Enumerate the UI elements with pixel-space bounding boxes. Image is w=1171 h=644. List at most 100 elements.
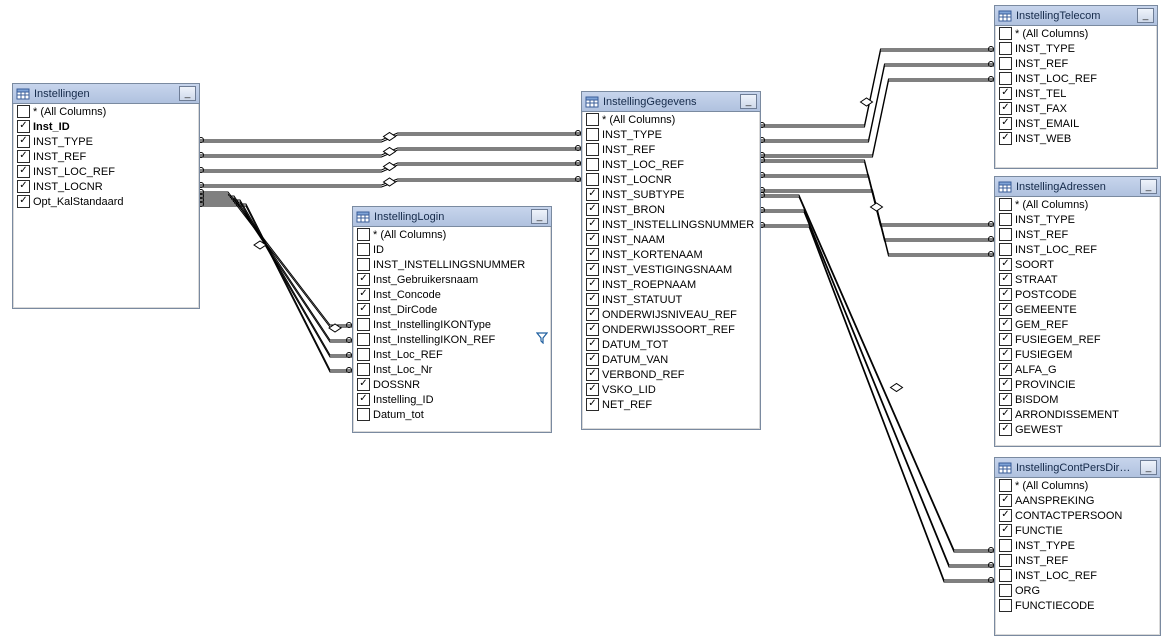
column-row[interactable]: INST_LOC_REF: [995, 568, 1160, 583]
column-checkbox[interactable]: [999, 363, 1012, 376]
column-checkbox[interactable]: [586, 323, 599, 336]
column-row[interactable]: INST_FAX: [995, 101, 1157, 116]
column-checkbox[interactable]: [586, 278, 599, 291]
column-checkbox[interactable]: [586, 248, 599, 261]
table-instellingen[interactable]: Instellingen_* (All Columns)Inst_IDINST_…: [12, 83, 200, 309]
column-row[interactable]: INST_REF: [995, 227, 1160, 242]
column-row[interactable]: INST_KORTENAAM: [582, 247, 760, 262]
column-row[interactable]: INST_LOC_REF: [995, 71, 1157, 86]
column-checkbox[interactable]: [999, 539, 1012, 552]
column-checkbox[interactable]: [586, 113, 599, 126]
column-checkbox[interactable]: [999, 569, 1012, 582]
column-checkbox[interactable]: [357, 348, 370, 361]
column-row[interactable]: INST_REF: [582, 142, 760, 157]
column-row[interactable]: ORG: [995, 583, 1160, 598]
column-checkbox[interactable]: [357, 363, 370, 376]
column-row[interactable]: Inst_InstellingIKON_REF: [353, 332, 551, 347]
column-row[interactable]: Inst_DirCode: [353, 302, 551, 317]
column-row[interactable]: FUSIEGEM: [995, 347, 1160, 362]
column-checkbox[interactable]: [999, 273, 1012, 286]
column-checkbox[interactable]: [586, 128, 599, 141]
column-checkbox[interactable]: [357, 408, 370, 421]
table-instelling_telecom[interactable]: InstellingTelecom_* (All Columns)INST_TY…: [994, 5, 1158, 169]
column-checkbox[interactable]: [999, 509, 1012, 522]
column-row[interactable]: INST_TEL: [995, 86, 1157, 101]
column-row[interactable]: ID: [353, 242, 551, 257]
column-checkbox[interactable]: [999, 554, 1012, 567]
column-checkbox[interactable]: [357, 258, 370, 271]
column-checkbox[interactable]: [17, 180, 30, 193]
column-row[interactable]: INST_SUBTYPE: [582, 187, 760, 202]
column-checkbox[interactable]: [357, 243, 370, 256]
column-row[interactable]: DOSSNR: [353, 377, 551, 392]
column-checkbox[interactable]: [17, 135, 30, 148]
column-row[interactable]: Inst_Loc_REF: [353, 347, 551, 362]
column-row[interactable]: INST_STATUUT: [582, 292, 760, 307]
column-checkbox[interactable]: [999, 243, 1012, 256]
column-row[interactable]: STRAAT: [995, 272, 1160, 287]
column-row[interactable]: INST_ROEPNAAM: [582, 277, 760, 292]
column-checkbox[interactable]: [999, 42, 1012, 55]
column-checkbox[interactable]: [586, 338, 599, 351]
column-row[interactable]: Inst_Gebruikersnaam: [353, 272, 551, 287]
column-checkbox[interactable]: [999, 72, 1012, 85]
column-row[interactable]: INST_WEB: [995, 131, 1157, 146]
table-instelling_gegevens[interactable]: InstellingGegevens_* (All Columns)INST_T…: [581, 91, 761, 430]
column-checkbox[interactable]: [999, 258, 1012, 271]
column-row[interactable]: Inst_ID: [13, 119, 199, 134]
column-row[interactable]: GEM_REF: [995, 317, 1160, 332]
column-checkbox[interactable]: [999, 333, 1012, 346]
column-row[interactable]: ALFA_G: [995, 362, 1160, 377]
column-row[interactable]: * (All Columns): [13, 104, 199, 119]
table-instelling_adressen[interactable]: InstellingAdressen_* (All Columns)INST_T…: [994, 176, 1161, 447]
minimize-button[interactable]: _: [740, 94, 757, 109]
column-row[interactable]: CONTACTPERSOON: [995, 508, 1160, 523]
minimize-button[interactable]: _: [1140, 460, 1157, 475]
column-row[interactable]: PROVINCIE: [995, 377, 1160, 392]
column-row[interactable]: INST_TYPE: [995, 538, 1160, 553]
column-row[interactable]: INST_NAAM: [582, 232, 760, 247]
column-row[interactable]: INST_REF: [995, 56, 1157, 71]
column-checkbox[interactable]: [586, 188, 599, 201]
column-checkbox[interactable]: [999, 102, 1012, 115]
column-checkbox[interactable]: [17, 195, 30, 208]
column-row[interactable]: INST_LOCNR: [13, 179, 199, 194]
column-row[interactable]: * (All Columns): [582, 112, 760, 127]
column-row[interactable]: * (All Columns): [995, 197, 1160, 212]
column-row[interactable]: INST_LOC_REF: [582, 157, 760, 172]
column-checkbox[interactable]: [999, 393, 1012, 406]
column-checkbox[interactable]: [999, 57, 1012, 70]
column-checkbox[interactable]: [999, 408, 1012, 421]
column-checkbox[interactable]: [999, 378, 1012, 391]
table-instelling_login[interactable]: InstellingLogin_* (All Columns)IDINST_IN…: [352, 206, 552, 433]
table-titlebar[interactable]: InstellingGegevens_: [582, 92, 760, 112]
column-row[interactable]: INST_LOC_REF: [995, 242, 1160, 257]
column-row[interactable]: FUNCTIECODE: [995, 598, 1160, 613]
table-titlebar[interactable]: InstellingLogin_: [353, 207, 551, 227]
column-row[interactable]: * (All Columns): [995, 478, 1160, 493]
column-checkbox[interactable]: [357, 228, 370, 241]
table-titlebar[interactable]: InstellingTelecom_: [995, 6, 1157, 26]
column-checkbox[interactable]: [17, 150, 30, 163]
table-instelling_contpersdir[interactable]: InstellingContPersDir…_* (All Columns)AA…: [994, 457, 1161, 636]
column-checkbox[interactable]: [17, 120, 30, 133]
column-row[interactable]: INST_TYPE: [13, 134, 199, 149]
column-checkbox[interactable]: [999, 599, 1012, 612]
column-checkbox[interactable]: [999, 117, 1012, 130]
column-row[interactable]: INST_LOC_REF: [13, 164, 199, 179]
column-checkbox[interactable]: [586, 263, 599, 276]
column-row[interactable]: VSKO_LID: [582, 382, 760, 397]
column-checkbox[interactable]: [999, 423, 1012, 436]
minimize-button[interactable]: _: [179, 86, 196, 101]
column-checkbox[interactable]: [999, 494, 1012, 507]
column-checkbox[interactable]: [586, 398, 599, 411]
column-row[interactable]: NET_REF: [582, 397, 760, 412]
column-row[interactable]: POSTCODE: [995, 287, 1160, 302]
column-checkbox[interactable]: [586, 308, 599, 321]
column-row[interactable]: ONDERWIJSNIVEAU_REF: [582, 307, 760, 322]
column-row[interactable]: INST_TYPE: [995, 212, 1160, 227]
column-checkbox[interactable]: [999, 288, 1012, 301]
column-row[interactable]: GEMEENTE: [995, 302, 1160, 317]
column-row[interactable]: Instelling_ID: [353, 392, 551, 407]
column-checkbox[interactable]: [586, 353, 599, 366]
